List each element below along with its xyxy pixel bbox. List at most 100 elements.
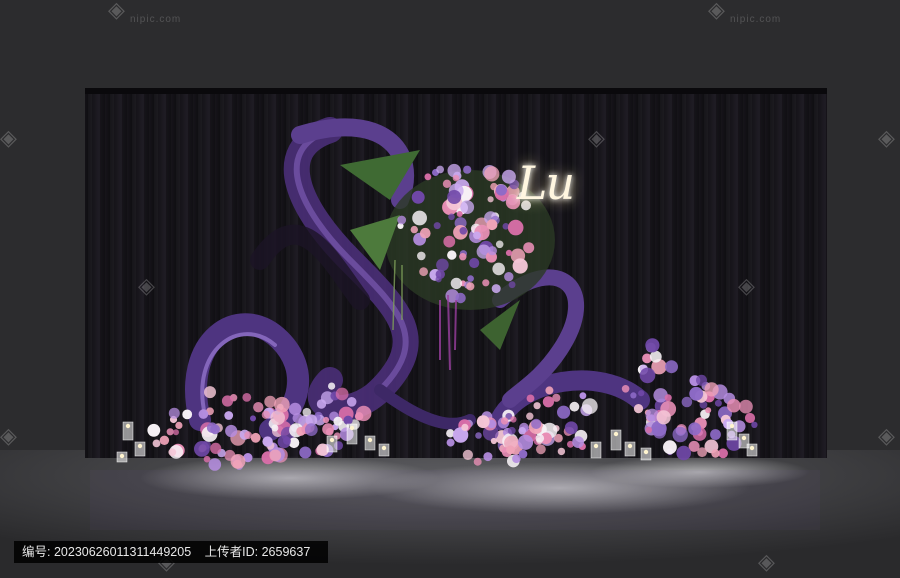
flower-bloom	[526, 412, 534, 420]
flower-bloom	[572, 436, 584, 448]
flower-bloom	[688, 422, 702, 436]
flower-bloom	[242, 393, 252, 402]
flower-bloom	[230, 454, 246, 469]
candle-flame	[613, 431, 619, 437]
flower-bloom	[704, 382, 719, 397]
flower-bloom	[435, 276, 442, 283]
flower-bloom	[681, 396, 693, 408]
candle-flame	[329, 437, 335, 443]
flower-bloom	[182, 409, 193, 420]
flower-bloom	[533, 402, 541, 410]
flower-bloom	[168, 407, 180, 419]
flower-bloom	[705, 407, 712, 414]
watermark-logo-icon: ◈	[0, 126, 17, 151]
flower-bloom	[152, 439, 161, 448]
flower-bloom	[397, 215, 407, 225]
flower-bloom	[581, 398, 598, 415]
flower-bloom	[173, 429, 179, 436]
flower-bloom	[328, 382, 336, 390]
flower-bloom	[482, 279, 490, 287]
flower-bloom	[645, 338, 660, 353]
flower-bloom	[289, 402, 302, 416]
flower-bloom	[483, 452, 493, 462]
flower-bloom	[166, 428, 174, 436]
flower-bloom	[710, 429, 721, 440]
watermark-logo-icon: ◈	[588, 126, 605, 151]
flower-bloom	[476, 415, 490, 429]
id-label: 编号: 20230626011311449205	[22, 545, 192, 559]
flower-bloom	[194, 441, 210, 457]
flower-bloom	[221, 395, 234, 407]
flower-bloom	[545, 386, 554, 395]
flower-bloom	[462, 449, 473, 460]
candle-flame	[125, 423, 131, 429]
flower-bloom	[621, 385, 630, 393]
flower-bloom	[506, 445, 515, 455]
flower-bloom	[473, 231, 481, 240]
flower-bloom	[689, 386, 704, 401]
flower-bloom	[535, 434, 545, 443]
flower-bloom	[630, 392, 637, 399]
flower-bloom	[638, 390, 645, 397]
flower-bloom	[269, 449, 282, 462]
flower-bloom	[672, 426, 688, 443]
flower-bloom	[459, 227, 468, 235]
flower-bloom	[461, 423, 469, 431]
flower-bloom	[175, 421, 183, 429]
flower-bloom	[250, 415, 256, 422]
flower-bloom	[270, 410, 286, 426]
flower-bloom	[564, 421, 578, 435]
flower-bloom	[633, 404, 644, 414]
flower-bloom	[316, 399, 327, 409]
flower-bloom	[168, 448, 177, 457]
flower-bloom	[299, 446, 312, 459]
flower-bloom	[206, 422, 218, 434]
candle-flame	[643, 449, 649, 455]
flower-bloom	[714, 399, 722, 407]
flower-bloom	[518, 449, 528, 459]
flower-bloom	[283, 436, 291, 445]
flower-bloom	[322, 416, 330, 424]
flower-bloom	[443, 235, 456, 248]
flower-bloom	[542, 396, 555, 408]
flower-bloom	[346, 397, 357, 407]
candle-flame	[367, 437, 373, 443]
flower-bloom	[262, 436, 273, 447]
flower-bloom	[436, 165, 444, 174]
flower-bloom	[523, 242, 535, 254]
flower-bloom	[271, 424, 279, 432]
flower-bloom	[663, 440, 677, 455]
flower-bloom	[653, 425, 666, 439]
flower-bloom	[446, 438, 455, 447]
flower-bloom	[253, 402, 264, 413]
candle-flame	[137, 443, 143, 449]
flower-bloom	[224, 411, 234, 420]
watermark-logo-icon: ◈	[708, 0, 725, 23]
flower-bloom	[469, 257, 480, 269]
flower-bloom	[569, 401, 580, 412]
watermark-logo-icon: ◈	[878, 126, 895, 151]
flower-bloom	[696, 374, 707, 386]
flower-bloom	[456, 211, 463, 217]
flower-bloom	[492, 262, 506, 276]
watermark-text: nipic.com	[730, 14, 782, 25]
flower-bloom	[210, 442, 222, 454]
flower-bloom	[531, 418, 542, 429]
flower-bloom	[517, 434, 534, 450]
watermark-logo-icon: ◈	[138, 274, 155, 299]
neon-sign: Lu	[516, 156, 575, 210]
flower-bloom	[159, 435, 170, 445]
flower-bloom	[450, 277, 463, 290]
flower-bloom	[424, 173, 432, 181]
watermark-logo-icon: ◈	[758, 550, 775, 575]
watermark-logo-icon: ◈	[0, 424, 17, 449]
flower-bloom	[656, 410, 671, 425]
flower-bloom	[676, 445, 691, 461]
candle-flame	[593, 443, 599, 449]
flower-bloom	[452, 174, 460, 182]
flower-bloom	[147, 423, 161, 437]
flower-bloom	[739, 399, 753, 414]
flower-bloom	[504, 272, 514, 282]
flower-bloom	[645, 408, 659, 422]
flower-bloom	[697, 447, 707, 458]
